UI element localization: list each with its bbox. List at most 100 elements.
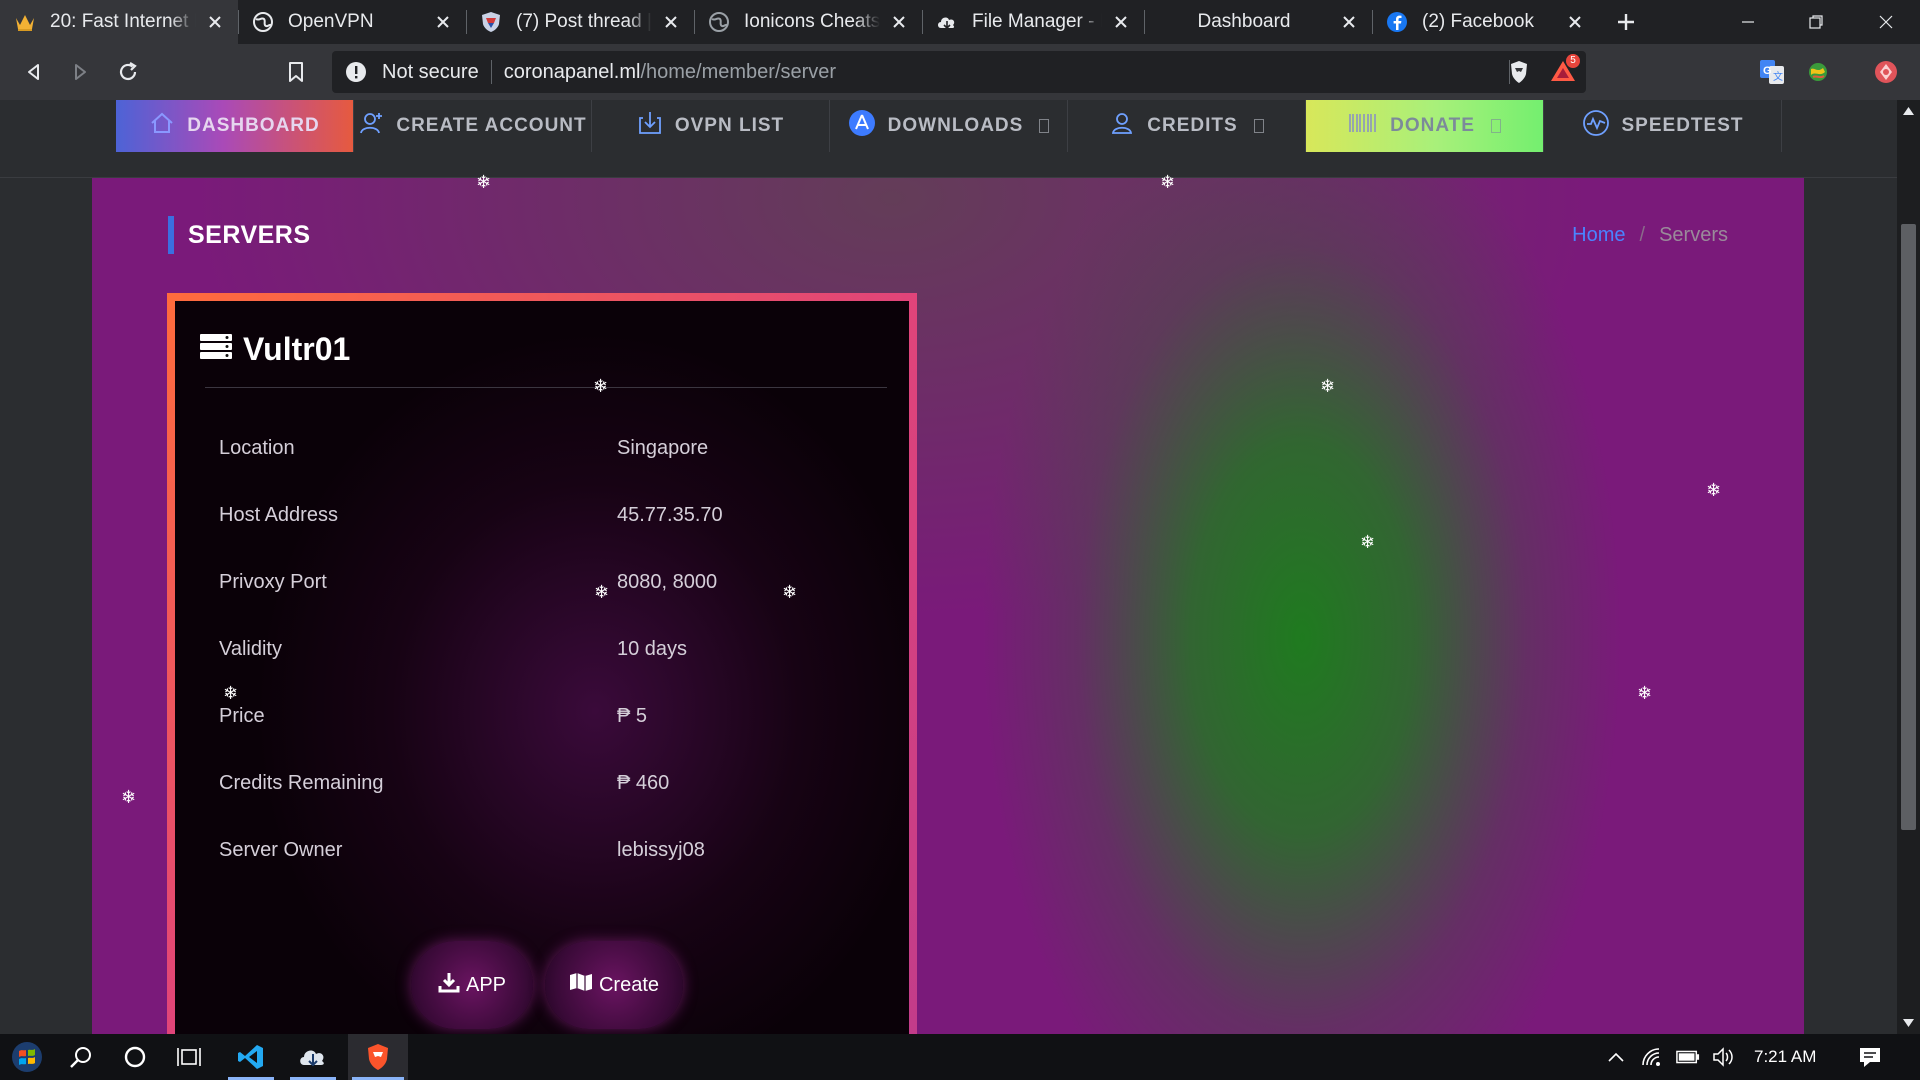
close-icon[interactable] [204, 11, 226, 33]
snowflake-icon: ❄ [1160, 172, 1176, 192]
field-label: Host Address [219, 504, 338, 526]
nav-downloads[interactable]: DOWNLOADS [830, 100, 1068, 152]
svg-text:文: 文 [1773, 70, 1783, 83]
back-button[interactable] [18, 56, 50, 88]
close-icon[interactable] [660, 11, 682, 33]
brave-taskbar-icon[interactable] [348, 1034, 408, 1080]
taskbar-clock[interactable]: 7:21 AM [1754, 1047, 1816, 1067]
nav-label: SPEEDTEST [1621, 115, 1744, 136]
crown-icon [14, 11, 36, 33]
address-bar[interactable]: Not secure coronapanel.ml /home/member/s… [332, 51, 1586, 93]
server-field-server-owner: Server Owner lebissyj08 [219, 839, 879, 869]
tab-title: (2) Facebook [1422, 11, 1534, 32]
nav-label: DASHBOARD [187, 115, 320, 136]
cortana-icon[interactable] [108, 1034, 162, 1080]
breadcrumb-separator: / [1639, 224, 1646, 246]
reload-button[interactable] [112, 56, 144, 88]
tab-title: 20: Fast Internet P [50, 11, 196, 32]
server-icon [199, 332, 233, 367]
snowflake-icon: ❄ [782, 582, 798, 602]
scrollbar-thumb[interactable] [1901, 224, 1916, 830]
close-icon[interactable] [1338, 11, 1360, 33]
show-hidden-icons-chevron-icon[interactable] [1604, 1046, 1628, 1068]
app-download-button[interactable]: APP [411, 941, 533, 1029]
snowflake-icon: ❄ [121, 787, 137, 807]
page-title: SERVERS [188, 221, 311, 249]
profile-avatar[interactable] [1870, 56, 1902, 88]
server-field-credits-remaining: Credits Remaining ₱ 460 [219, 772, 879, 802]
tab-facebook[interactable]: (2) Facebook [1372, 0, 1598, 44]
forward-button[interactable] [64, 56, 96, 88]
tab-post-thread[interactable]: (7) Post thread | P [466, 0, 694, 44]
tab-openvpn[interactable]: OpenVPN [238, 0, 466, 44]
snowflake-icon: ❄ [1320, 376, 1336, 396]
server-name: Vultr01 [243, 331, 351, 367]
bookmark-button[interactable] [280, 56, 312, 88]
main-nav: DASHBOARD CREATE ACCOUNT OVPN LIST DOWNL… [116, 100, 1782, 152]
nav-credits[interactable]: CREDITS [1068, 100, 1306, 152]
nav-label: OVPN LIST [674, 115, 785, 136]
brave-shields-icon[interactable] [1508, 60, 1530, 89]
cloud-app-taskbar-icon[interactable] [286, 1034, 340, 1080]
vscode-taskbar-icon[interactable] [224, 1034, 278, 1080]
close-window-button[interactable] [1852, 0, 1920, 44]
close-icon[interactable] [432, 11, 454, 33]
shield-icon [480, 11, 502, 33]
field-label: Location [219, 437, 295, 459]
field-label: Server Owner [219, 839, 343, 861]
tab-title: File Manager - DZ [972, 11, 1102, 32]
volume-icon[interactable] [1712, 1046, 1736, 1068]
notifications-icon[interactable] [1858, 1046, 1882, 1068]
nav-label: CREDITS [1147, 115, 1238, 136]
tab-dashboard[interactable]: Dashboard [1144, 0, 1372, 44]
nav-donate[interactable]: DONATE [1306, 100, 1544, 152]
tab-title: (7) Post thread | P [516, 11, 652, 32]
info-icon[interactable] [344, 60, 368, 84]
restore-button[interactable] [1782, 0, 1850, 44]
nav-ovpn-list[interactable]: OVPN LIST [592, 100, 830, 152]
breadcrumb-current: Servers [1659, 224, 1728, 246]
nav-label: DOWNLOADS [887, 115, 1024, 136]
tab-title: OpenVPN [288, 11, 374, 32]
tab-fast-internet[interactable]: 20: Fast Internet P [0, 0, 238, 44]
wifi-icon[interactable] [1640, 1046, 1664, 1068]
nav-speedtest[interactable]: SPEEDTEST [1544, 100, 1782, 152]
browser-toolbar: Not secure coronapanel.ml /home/member/s… [0, 44, 1920, 100]
server-field-host-address: Host Address 45.77.35.70 [219, 504, 879, 534]
tab-strip: 20: Fast Internet P OpenVPN (7) Post thr… [0, 0, 1920, 44]
minimize-button[interactable] [1714, 0, 1782, 44]
pulse-icon [1582, 109, 1610, 143]
app-store-icon [848, 109, 876, 143]
create-account-button[interactable]: Create [545, 941, 683, 1029]
scroll-up-icon[interactable] [1902, 104, 1915, 117]
chevron-down-icon [1039, 119, 1050, 133]
breadcrumb-home-link[interactable]: Home [1572, 224, 1625, 247]
tab-file-manager[interactable]: File Manager - DZ [922, 0, 1144, 44]
nav-dashboard[interactable]: DASHBOARD [116, 100, 354, 152]
tab-title: Dashboard [1197, 11, 1291, 32]
field-value: 45.77.35.70 [617, 504, 723, 526]
new-tab-button[interactable] [1610, 6, 1642, 38]
extension-icon[interactable] [1802, 56, 1834, 88]
content-panel: SERVERS Home / Servers Vultr01 Location … [92, 178, 1804, 1034]
translate-extension-icon[interactable]: G文 [1756, 56, 1788, 88]
button-label: Create [598, 973, 660, 996]
nav-label: CREATE ACCOUNT [396, 115, 587, 136]
nav-create-account[interactable]: CREATE ACCOUNT [354, 100, 592, 152]
scroll-down-icon[interactable] [1902, 1016, 1915, 1029]
field-value: ₱ 460 [617, 772, 670, 794]
download-icon [438, 971, 460, 999]
search-icon[interactable] [54, 1034, 108, 1080]
task-view-icon[interactable] [162, 1034, 216, 1080]
close-icon[interactable] [888, 11, 910, 33]
server-card: Vultr01 Location Singapore Host Address … [167, 293, 917, 1034]
start-button[interactable] [0, 1034, 54, 1080]
taskbar: 7:21 AM [0, 1034, 1920, 1080]
close-icon[interactable] [1564, 11, 1586, 33]
page-scrollbar[interactable] [1897, 100, 1920, 1034]
battery-icon[interactable] [1676, 1046, 1700, 1068]
tab-ionicons[interactable]: Ionicons Cheatshe [694, 0, 922, 44]
close-icon[interactable] [1110, 11, 1132, 33]
download-box-icon [637, 110, 663, 142]
brave-rewards-icon[interactable]: 5 [1550, 54, 1580, 87]
